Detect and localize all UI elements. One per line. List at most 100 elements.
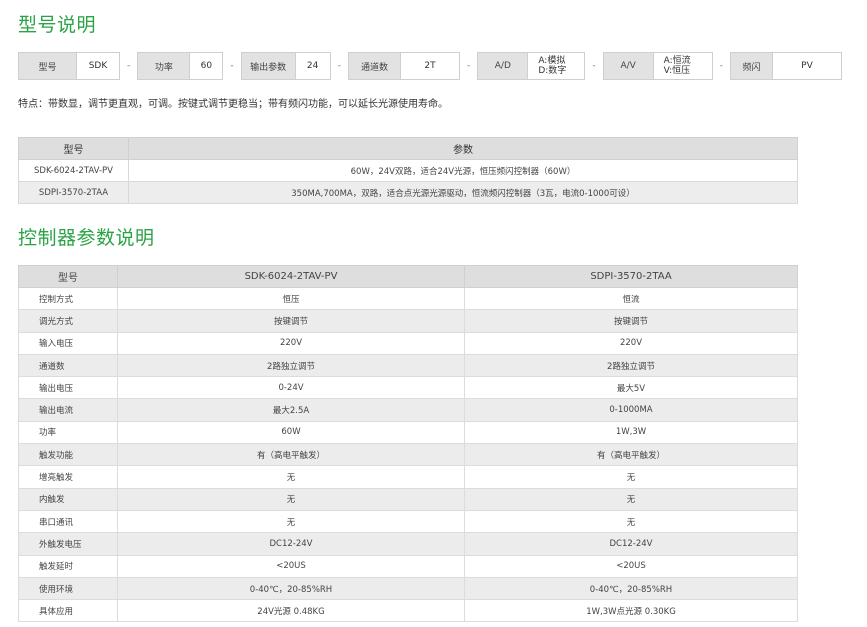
- table-header-row: 型号 参数: [18, 137, 798, 160]
- row-label: 控制方式: [18, 286, 118, 311]
- segment-label: 通道数: [347, 52, 400, 80]
- table-cell: 350MA,700MA，双路，适合点光源光源驱动，恒流频闪控制器（3瓦，电流0-…: [128, 181, 798, 204]
- segment-label: 型号: [18, 52, 76, 80]
- segment-value-line: A:模拟: [538, 56, 566, 66]
- segment-value: 24: [294, 52, 331, 80]
- table-cell: 0-40℃，20-85%RH: [464, 576, 798, 601]
- segment-value-line: V:恒压: [663, 66, 691, 76]
- separator-dash: -: [467, 61, 471, 71]
- table-cell: 恒流: [464, 286, 798, 311]
- row-label: 外触发电压: [18, 532, 118, 556]
- table-cell: 60W: [117, 420, 465, 445]
- row-label: 调光方式: [18, 309, 118, 333]
- separator-dash: -: [719, 61, 723, 71]
- table-row: 输出电压 0-24V 最大5V: [18, 376, 798, 400]
- table-row: 触发功能 有（高电平触发） 有（高电平触发）: [18, 443, 798, 467]
- table-cell: 0-24V: [117, 376, 465, 400]
- table-cell: SDPI-3570-2TAA: [18, 181, 129, 204]
- table-cell: 2路独立调节: [464, 353, 798, 378]
- param-table: 型号 SDK-6024-2TAV-PV SDPI-3570-2TAA 控制方式恒…: [18, 265, 798, 623]
- table-cell: 无: [464, 487, 798, 511]
- table-cell: 1W,3W点光源 0.30KG: [464, 599, 798, 623]
- table-cell: 1W,3W: [464, 420, 798, 445]
- model-segment-channels: 通道数 2T: [347, 52, 460, 80]
- table-row: 外触发电压 DC12-24V DC12-24V: [18, 532, 798, 556]
- params-section-title: 控制器参数说明: [18, 227, 155, 249]
- model-segment-av: A/V A:恒流 V:恒压: [602, 52, 713, 80]
- segment-label: 输出参数: [240, 52, 295, 80]
- column-header: 型号: [18, 265, 118, 288]
- segment-label: A/V: [602, 52, 653, 80]
- segment-label: 频闪: [729, 52, 772, 80]
- table-cell: 无: [117, 487, 465, 511]
- table-row: 输出电流 最大2.5A 0-1000MA: [18, 398, 798, 422]
- table-header-row: 型号 SDK-6024-2TAV-PV SDPI-3570-2TAA: [18, 265, 798, 288]
- table-cell: 24V光源 0.48KG: [117, 599, 465, 623]
- separator-dash: -: [127, 61, 131, 71]
- separator-dash: -: [592, 61, 596, 71]
- table-row: 触发延时 <20US <20US: [18, 554, 798, 578]
- segment-value: A:模拟 D:数字: [527, 52, 586, 80]
- table-cell: 0-40℃，20-85%RH: [117, 576, 465, 601]
- model-code-strip: 型号 SDK - 功率 60 - 输出参数 24 - 通道数 2T - A/D …: [18, 52, 842, 80]
- column-header: SDPI-3570-2TAA: [464, 265, 798, 288]
- row-label: 功率: [18, 420, 118, 445]
- table-row: 串口通讯无无: [18, 509, 798, 534]
- row-label: 内触发: [18, 487, 118, 511]
- table-cell: SDK-6024-2TAV-PV: [18, 159, 129, 182]
- table-cell: 无: [464, 509, 798, 534]
- table-cell: 0-1000MA: [464, 398, 798, 422]
- table-row: 功率 60W 1W,3W: [18, 420, 798, 445]
- row-label: 通道数: [18, 353, 118, 378]
- row-label: 使用环境: [18, 576, 118, 601]
- table-cell: <20US: [117, 554, 465, 578]
- separator-dash: -: [337, 61, 341, 71]
- table-cell: 无: [117, 509, 465, 534]
- row-label: 触发延时: [18, 554, 118, 578]
- model-segment-ad: A/D A:模拟 D:数字: [477, 52, 586, 80]
- model-segment-output: 输出参数 24: [240, 52, 331, 80]
- model-section-title: 型号说明: [18, 14, 97, 36]
- segment-value: 60: [189, 52, 224, 80]
- table-cell: 无: [117, 465, 465, 489]
- row-label: 串口通讯: [18, 509, 118, 534]
- row-label: 具体应用: [18, 599, 118, 623]
- table-cell: 无: [464, 465, 798, 489]
- table-cell: 有（高电平触发）: [117, 443, 465, 467]
- table-row: 输入电压 220V 220V: [18, 331, 798, 355]
- model-table: 型号 参数 SDK-6024-2TAV-PV 60W，24V双路，适合24V光源…: [18, 137, 798, 204]
- segment-value: PV: [771, 52, 842, 80]
- row-label: 增亮触发: [18, 465, 118, 489]
- table-cell: 220V: [464, 331, 798, 355]
- table-row: 增亮触发无无: [18, 465, 798, 489]
- column-header: 参数: [128, 137, 798, 160]
- table-cell: DC12-24V: [117, 532, 465, 556]
- table-row: 调光方式 按键调节 按键调节: [18, 309, 798, 333]
- table-cell: 按键调节: [117, 309, 465, 333]
- segment-label: 功率: [137, 52, 190, 80]
- table-cell: 恒压: [117, 286, 465, 311]
- row-label: 触发功能: [18, 443, 118, 467]
- table-row: 控制方式 恒压 恒流: [18, 286, 798, 311]
- model-segment-type: 型号 SDK: [18, 52, 120, 80]
- table-row: 使用环境 0-40℃，20-85%RH 0-40℃，20-85%RH: [18, 576, 798, 601]
- table-row: SDK-6024-2TAV-PV 60W，24V双路，适合24V光源，恒压频闪控…: [18, 159, 798, 182]
- segment-value: SDK: [76, 52, 120, 80]
- row-label: 输出电压: [18, 376, 118, 400]
- table-row: 内触发无无: [18, 487, 798, 511]
- model-segment-strobe: 频闪 PV: [729, 52, 842, 80]
- row-label: 输入电压: [18, 331, 118, 355]
- table-cell: 按键调节: [464, 309, 798, 333]
- segment-value-line: A:恒流: [663, 56, 691, 66]
- table-cell: 2路独立调节: [117, 353, 465, 378]
- table-cell: 最大2.5A: [117, 398, 465, 422]
- segment-label: A/D: [477, 52, 528, 80]
- table-row: 通道数 2路独立调节 2路独立调节: [18, 353, 798, 378]
- segment-value-line: D:数字: [538, 66, 567, 76]
- table-cell: 最大5V: [464, 376, 798, 400]
- table-cell: 60W，24V双路，适合24V光源，恒压频闪控制器（60W）: [128, 159, 798, 182]
- row-label: 输出电流: [18, 398, 118, 422]
- segment-value: A:恒流 V:恒压: [652, 52, 713, 80]
- column-header: SDK-6024-2TAV-PV: [117, 265, 465, 288]
- features-text: 特点：带数显，调节更直观，可调。按键式调节更稳当；带有频闪功能，可以延长光源使用…: [18, 99, 448, 110]
